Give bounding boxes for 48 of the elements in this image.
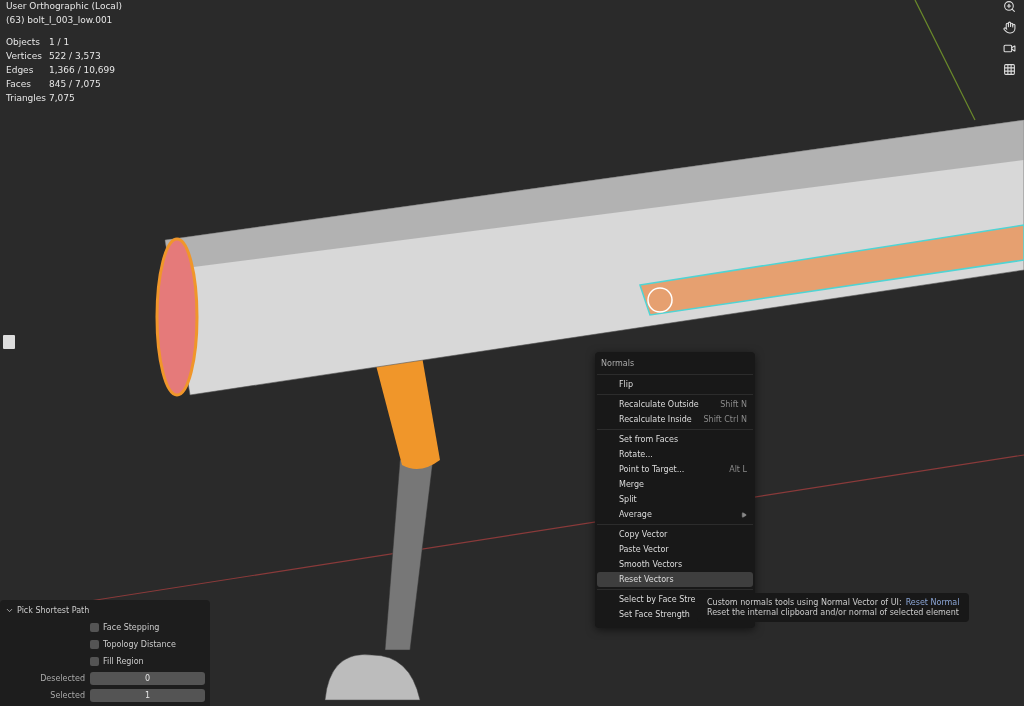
menu-item[interactable]: Recalculate Inside Shift Ctrl N (597, 412, 753, 427)
stat-value: 1 / 1 (49, 36, 71, 49)
field-label: Deselected (39, 673, 85, 683)
stat-label: Objects (6, 36, 41, 49)
checkbox-label: Topology Distance (103, 639, 176, 649)
checkbox[interactable] (90, 656, 99, 666)
object-name: (63) bolt_l_003_low.001 (6, 14, 114, 27)
stat-label: Faces (6, 78, 33, 91)
checkbox-label: Face Stepping (103, 622, 160, 632)
grid-icon[interactable] (1003, 63, 1016, 76)
zoom-icon[interactable] (1003, 0, 1016, 13)
menu-item[interactable]: Set from Faces (597, 432, 753, 447)
stat-value: 7,075 (49, 92, 76, 105)
panel-header[interactable]: Pick Shortest Path (5, 603, 205, 617)
menu-item[interactable]: Flip (597, 377, 753, 392)
number-field[interactable]: 0 (90, 671, 205, 685)
stat-label: Triangles (6, 92, 48, 105)
number-field[interactable]: 1 (90, 688, 205, 702)
checkbox[interactable] (90, 622, 99, 632)
menu-item[interactable]: Split (597, 492, 753, 507)
stat-value: 1,366 / 10,699 (49, 64, 116, 77)
field-label: Selected (49, 690, 85, 700)
checkbox-label: Fill Region (103, 656, 144, 666)
view-name: User Orthographic (Local) (6, 0, 122, 13)
operator-name: Reset Normal (905, 598, 960, 607)
menu-item[interactable]: Smooth Vectors (597, 557, 753, 572)
panel-title: Pick Shortest Path (17, 605, 90, 615)
menu-item[interactable]: Rotate... (597, 447, 753, 462)
menu-item[interactable]: Reset Vectors (597, 572, 753, 587)
stat-label: Edges (6, 64, 35, 77)
tooltip-detail: Reset the internal clipboard and/or normal of selected element (707, 608, 960, 617)
hand-icon[interactable] (1003, 21, 1016, 34)
menu-item[interactable]: Paste Vector (597, 542, 753, 557)
menu-item[interactable]: Point to Target... Alt L (597, 462, 753, 477)
stat-label: Vertices (6, 50, 43, 63)
checkbox[interactable] (90, 639, 99, 649)
menu-title: Normals (597, 354, 753, 375)
menu-item[interactable]: Recalculate Outside Shift N (597, 397, 753, 412)
menu-item[interactable]: Merge (597, 477, 753, 492)
stat-value: 845 / 7,075 (49, 78, 102, 91)
menu-item[interactable]: Copy Vector (597, 527, 753, 542)
shortcut-label: Shift N (720, 400, 747, 409)
menu-item[interactable]: Average (597, 507, 753, 522)
shortcut-label: Shift Ctrl N (703, 415, 747, 424)
camera-icon[interactable] (1003, 42, 1016, 55)
shortcut-label: Alt L (729, 465, 747, 474)
tooltip-description: Custom normals tools using Normal Vector of UI: (707, 598, 902, 607)
stat-value: 522 / 3,573 (49, 50, 102, 63)
